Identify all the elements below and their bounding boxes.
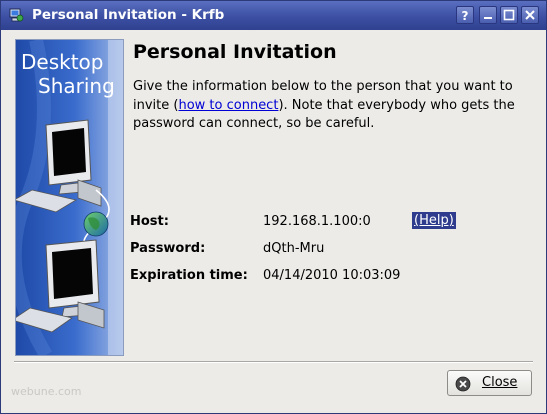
expiration-label: Expiration time: [130, 268, 248, 283]
window-title: Personal Invitation - Krfb [32, 7, 225, 23]
invitation-description: Give the information below to the person… [133, 78, 523, 134]
password-label: Password: [130, 241, 206, 256]
minimize-button[interactable] [479, 6, 497, 24]
title-bar[interactable]: Personal Invitation - Krfb ? [1, 1, 546, 30]
svg-text:?: ? [462, 9, 469, 23]
minimize-icon [484, 17, 492, 19]
desktop-sharing-illustration: Desktop Sharing [16, 40, 123, 355]
help-link[interactable]: (Help) [412, 212, 456, 229]
watermark-text: webune.com [11, 385, 82, 398]
how-to-connect-link[interactable]: how to connect [178, 98, 278, 113]
close-circle-icon [455, 376, 471, 392]
question-icon: ? [462, 9, 469, 23]
close-window-button[interactable] [521, 6, 539, 24]
desktop-sharing-banner: Desktop Sharing [15, 39, 124, 356]
krfb-app-icon [9, 8, 24, 22]
maximize-button[interactable] [500, 6, 518, 24]
help-titlebar-button[interactable]: ? [456, 6, 474, 24]
close-button-label: Close [482, 375, 518, 390]
expiration-value: 04/14/2010 10:03:09 [263, 268, 401, 283]
globe-icon [83, 211, 109, 237]
banner-title-line2: Sharing [38, 74, 115, 98]
footer-separator [14, 361, 533, 363]
password-value: dQth-Mru [263, 241, 325, 256]
close-button[interactable]: Close [447, 370, 532, 396]
banner-title-line1: Desktop [21, 50, 103, 74]
host-label: Host: [130, 214, 169, 229]
host-value: 192.168.1.100:0 [263, 214, 371, 229]
invitation-dialog: Personal Invitation - Krfb ? Desktop Sha… [0, 0, 547, 414]
maximize-icon [503, 9, 515, 21]
page-title: Personal Invitation [133, 41, 337, 63]
close-icon [525, 10, 535, 20]
